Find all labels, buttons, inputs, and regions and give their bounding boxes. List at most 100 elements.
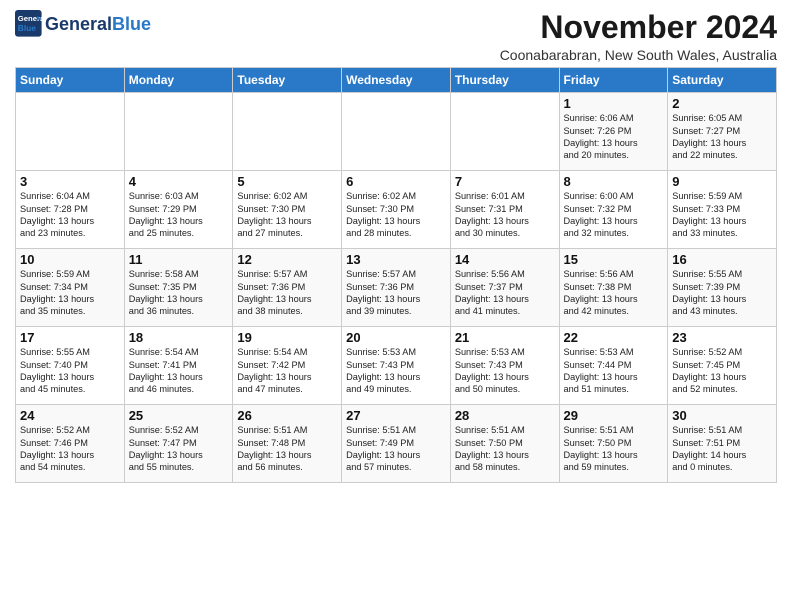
day-number: 21 bbox=[455, 330, 555, 345]
day-info: Sunrise: 6:01 AM Sunset: 7:31 PM Dayligh… bbox=[455, 190, 555, 240]
day-number: 19 bbox=[237, 330, 337, 345]
calendar-cell bbox=[342, 93, 451, 171]
day-number: 4 bbox=[129, 174, 229, 189]
day-info: Sunrise: 6:00 AM Sunset: 7:32 PM Dayligh… bbox=[564, 190, 664, 240]
day-info: Sunrise: 5:57 AM Sunset: 7:36 PM Dayligh… bbox=[346, 268, 446, 318]
day-number: 10 bbox=[20, 252, 120, 267]
svg-text:Blue: Blue bbox=[18, 23, 36, 33]
header-tuesday: Tuesday bbox=[233, 68, 342, 93]
calendar-cell: 2Sunrise: 6:05 AM Sunset: 7:27 PM Daylig… bbox=[668, 93, 777, 171]
subtitle: Coonabarabran, New South Wales, Australi… bbox=[500, 47, 777, 63]
header: General Blue GeneralBlue November 2024 C… bbox=[15, 10, 777, 63]
calendar-cell: 25Sunrise: 5:52 AM Sunset: 7:47 PM Dayli… bbox=[124, 405, 233, 483]
logo-area: General Blue GeneralBlue bbox=[15, 10, 151, 38]
day-number: 12 bbox=[237, 252, 337, 267]
calendar-cell: 21Sunrise: 5:53 AM Sunset: 7:43 PM Dayli… bbox=[450, 327, 559, 405]
calendar-cell bbox=[124, 93, 233, 171]
header-friday: Friday bbox=[559, 68, 668, 93]
calendar-cell bbox=[16, 93, 125, 171]
day-info: Sunrise: 5:53 AM Sunset: 7:43 PM Dayligh… bbox=[346, 346, 446, 396]
day-info: Sunrise: 5:58 AM Sunset: 7:35 PM Dayligh… bbox=[129, 268, 229, 318]
calendar-cell: 13Sunrise: 5:57 AM Sunset: 7:36 PM Dayli… bbox=[342, 249, 451, 327]
day-number: 13 bbox=[346, 252, 446, 267]
day-info: Sunrise: 5:51 AM Sunset: 7:50 PM Dayligh… bbox=[455, 424, 555, 474]
calendar-cell: 7Sunrise: 6:01 AM Sunset: 7:31 PM Daylig… bbox=[450, 171, 559, 249]
day-info: Sunrise: 5:52 AM Sunset: 7:47 PM Dayligh… bbox=[129, 424, 229, 474]
calendar-cell: 14Sunrise: 5:56 AM Sunset: 7:37 PM Dayli… bbox=[450, 249, 559, 327]
calendar-cell: 30Sunrise: 5:51 AM Sunset: 7:51 PM Dayli… bbox=[668, 405, 777, 483]
day-number: 22 bbox=[564, 330, 664, 345]
calendar-cell bbox=[450, 93, 559, 171]
day-number: 29 bbox=[564, 408, 664, 423]
calendar-cell bbox=[233, 93, 342, 171]
day-info: Sunrise: 5:56 AM Sunset: 7:38 PM Dayligh… bbox=[564, 268, 664, 318]
calendar-cell: 17Sunrise: 5:55 AM Sunset: 7:40 PM Dayli… bbox=[16, 327, 125, 405]
calendar-cell: 8Sunrise: 6:00 AM Sunset: 7:32 PM Daylig… bbox=[559, 171, 668, 249]
day-number: 14 bbox=[455, 252, 555, 267]
calendar-cell: 4Sunrise: 6:03 AM Sunset: 7:29 PM Daylig… bbox=[124, 171, 233, 249]
day-info: Sunrise: 5:59 AM Sunset: 7:33 PM Dayligh… bbox=[672, 190, 772, 240]
day-number: 23 bbox=[672, 330, 772, 345]
day-number: 3 bbox=[20, 174, 120, 189]
day-number: 2 bbox=[672, 96, 772, 111]
calendar-cell: 15Sunrise: 5:56 AM Sunset: 7:38 PM Dayli… bbox=[559, 249, 668, 327]
calendar-cell: 24Sunrise: 5:52 AM Sunset: 7:46 PM Dayli… bbox=[16, 405, 125, 483]
day-number: 26 bbox=[237, 408, 337, 423]
day-info: Sunrise: 5:56 AM Sunset: 7:37 PM Dayligh… bbox=[455, 268, 555, 318]
calendar-cell: 10Sunrise: 5:59 AM Sunset: 7:34 PM Dayli… bbox=[16, 249, 125, 327]
calendar-cell: 3Sunrise: 6:04 AM Sunset: 7:28 PM Daylig… bbox=[16, 171, 125, 249]
calendar-cell: 28Sunrise: 5:51 AM Sunset: 7:50 PM Dayli… bbox=[450, 405, 559, 483]
title-area: November 2024 Coonabarabran, New South W… bbox=[500, 10, 777, 63]
day-info: Sunrise: 6:06 AM Sunset: 7:26 PM Dayligh… bbox=[564, 112, 664, 162]
month-title: November 2024 bbox=[500, 10, 777, 45]
page: General Blue GeneralBlue November 2024 C… bbox=[0, 0, 792, 488]
day-number: 24 bbox=[20, 408, 120, 423]
calendar-cell: 19Sunrise: 5:54 AM Sunset: 7:42 PM Dayli… bbox=[233, 327, 342, 405]
day-number: 8 bbox=[564, 174, 664, 189]
calendar-cell: 27Sunrise: 5:51 AM Sunset: 7:49 PM Dayli… bbox=[342, 405, 451, 483]
calendar: Sunday Monday Tuesday Wednesday Thursday… bbox=[15, 67, 777, 483]
day-number: 6 bbox=[346, 174, 446, 189]
day-info: Sunrise: 5:59 AM Sunset: 7:34 PM Dayligh… bbox=[20, 268, 120, 318]
day-info: Sunrise: 5:57 AM Sunset: 7:36 PM Dayligh… bbox=[237, 268, 337, 318]
day-info: Sunrise: 5:52 AM Sunset: 7:46 PM Dayligh… bbox=[20, 424, 120, 474]
day-number: 17 bbox=[20, 330, 120, 345]
day-number: 11 bbox=[129, 252, 229, 267]
day-info: Sunrise: 5:54 AM Sunset: 7:41 PM Dayligh… bbox=[129, 346, 229, 396]
day-number: 9 bbox=[672, 174, 772, 189]
calendar-cell: 6Sunrise: 6:02 AM Sunset: 7:30 PM Daylig… bbox=[342, 171, 451, 249]
day-info: Sunrise: 6:02 AM Sunset: 7:30 PM Dayligh… bbox=[237, 190, 337, 240]
calendar-week-1: 1Sunrise: 6:06 AM Sunset: 7:26 PM Daylig… bbox=[16, 93, 777, 171]
day-number: 16 bbox=[672, 252, 772, 267]
calendar-week-3: 10Sunrise: 5:59 AM Sunset: 7:34 PM Dayli… bbox=[16, 249, 777, 327]
calendar-week-4: 17Sunrise: 5:55 AM Sunset: 7:40 PM Dayli… bbox=[16, 327, 777, 405]
calendar-header-row: Sunday Monday Tuesday Wednesday Thursday… bbox=[16, 68, 777, 93]
day-number: 1 bbox=[564, 96, 664, 111]
day-number: 25 bbox=[129, 408, 229, 423]
calendar-cell: 16Sunrise: 5:55 AM Sunset: 7:39 PM Dayli… bbox=[668, 249, 777, 327]
day-info: Sunrise: 5:54 AM Sunset: 7:42 PM Dayligh… bbox=[237, 346, 337, 396]
calendar-cell: 11Sunrise: 5:58 AM Sunset: 7:35 PM Dayli… bbox=[124, 249, 233, 327]
logo-blue: Blue bbox=[112, 14, 151, 34]
day-number: 27 bbox=[346, 408, 446, 423]
logo-icon: General Blue bbox=[15, 10, 43, 38]
day-info: Sunrise: 5:51 AM Sunset: 7:50 PM Dayligh… bbox=[564, 424, 664, 474]
header-monday: Monday bbox=[124, 68, 233, 93]
day-info: Sunrise: 5:51 AM Sunset: 7:48 PM Dayligh… bbox=[237, 424, 337, 474]
day-info: Sunrise: 5:52 AM Sunset: 7:45 PM Dayligh… bbox=[672, 346, 772, 396]
logo-text: GeneralBlue bbox=[45, 15, 151, 33]
calendar-cell: 20Sunrise: 5:53 AM Sunset: 7:43 PM Dayli… bbox=[342, 327, 451, 405]
day-number: 15 bbox=[564, 252, 664, 267]
day-number: 7 bbox=[455, 174, 555, 189]
header-thursday: Thursday bbox=[450, 68, 559, 93]
day-info: Sunrise: 5:55 AM Sunset: 7:39 PM Dayligh… bbox=[672, 268, 772, 318]
calendar-cell: 22Sunrise: 5:53 AM Sunset: 7:44 PM Dayli… bbox=[559, 327, 668, 405]
day-info: Sunrise: 5:51 AM Sunset: 7:49 PM Dayligh… bbox=[346, 424, 446, 474]
calendar-week-2: 3Sunrise: 6:04 AM Sunset: 7:28 PM Daylig… bbox=[16, 171, 777, 249]
calendar-cell: 26Sunrise: 5:51 AM Sunset: 7:48 PM Dayli… bbox=[233, 405, 342, 483]
day-info: Sunrise: 6:04 AM Sunset: 7:28 PM Dayligh… bbox=[20, 190, 120, 240]
calendar-week-5: 24Sunrise: 5:52 AM Sunset: 7:46 PM Dayli… bbox=[16, 405, 777, 483]
day-number: 20 bbox=[346, 330, 446, 345]
day-info: Sunrise: 5:53 AM Sunset: 7:44 PM Dayligh… bbox=[564, 346, 664, 396]
header-wednesday: Wednesday bbox=[342, 68, 451, 93]
